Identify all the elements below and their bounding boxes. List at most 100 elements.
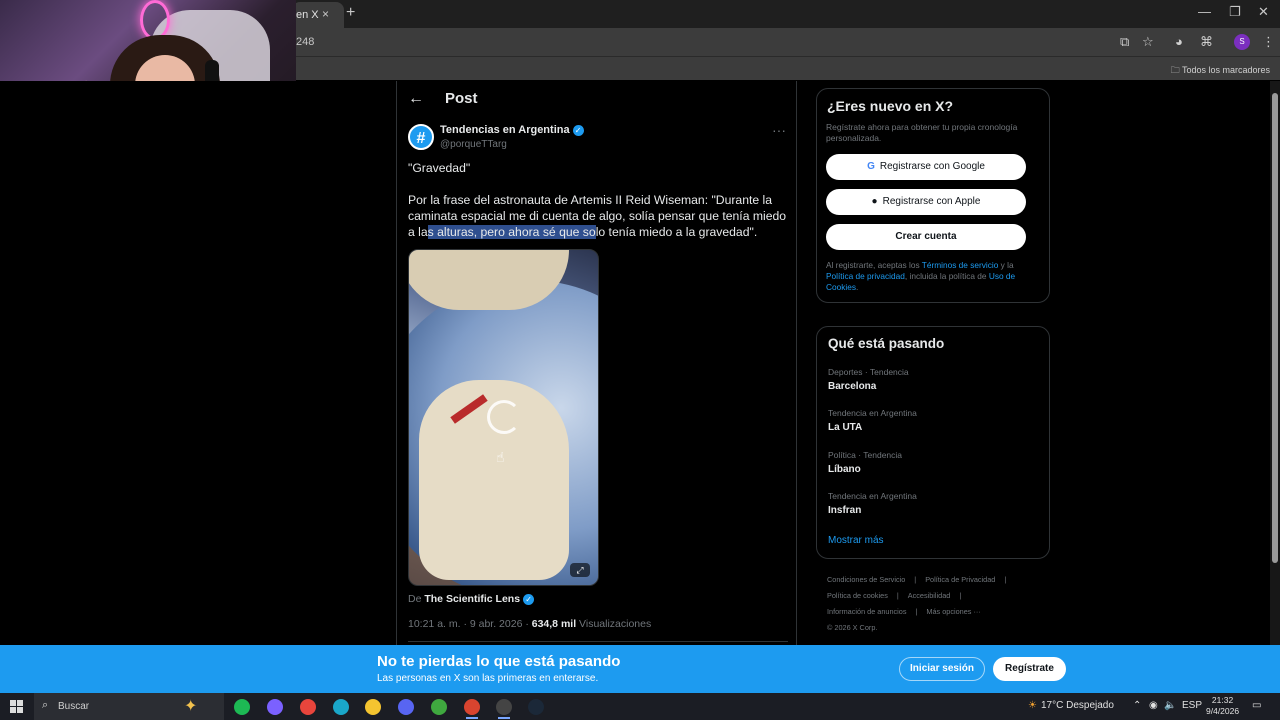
credit-verified-badge-icon: ✓ [523,593,535,605]
trend-item[interactable]: Deportes · Tendencia Barcelona [828,367,909,392]
author-avatar[interactable]: # [408,124,434,150]
column-divider-left [396,81,397,645]
webcam-neon-light [140,0,170,40]
browser-menu-icon[interactable]: ⋮ [1262,34,1275,50]
selected-text: s alturas, pero ahora sé que so [427,225,596,239]
language-indicator[interactable]: ESP [1182,700,1202,711]
notifications-icon[interactable]: ▭ [1252,700,1261,711]
terms-link[interactable]: Términos de servicio [922,260,999,270]
trends-card: Qué está pasando Deportes · Tendencia Ba… [816,326,1050,559]
create-account-button[interactable]: Crear cuenta [826,224,1026,250]
author-name-link[interactable]: Tendencias en Argentina ✓ [440,124,584,136]
google-icon: G [867,161,875,172]
back-arrow-icon[interactable]: ← [408,90,424,108]
credit-prefix: De [408,593,422,605]
footer-link[interactable]: Condiciones de Servicio [827,575,905,584]
login-button[interactable]: Iniciar sesión [899,657,985,681]
weather-temp: 17°C [1040,700,1064,711]
app-cyan-icon[interactable] [333,699,349,715]
footer-link[interactable]: Accesibilidad [908,591,951,600]
trends-title: Qué está pasando [828,336,945,351]
new-tab-icon[interactable]: + [346,4,355,22]
clock-date: 9/4/2026 [1206,706,1240,716]
trend-name: Barcelona [828,381,877,392]
scrollbar-thumb[interactable] [1272,93,1278,563]
chrome-2-icon[interactable] [464,699,480,715]
taskbar-clock[interactable]: 21:32 9/4/2026 [1206,695,1239,717]
signup-apple-label: Registrarse con Apple [882,196,981,207]
signup-card: ¿Eres nuevo en X? Regístrate ahora para … [816,88,1050,303]
footer-link[interactable]: Información de anuncios [827,607,907,616]
active-app-indicator [498,717,510,719]
signup-legal-text: Al registrarte, aceptas los Términos de … [826,260,1041,293]
signup-apple-button[interactable]: ● Registrarse con Apple [826,189,1026,215]
minimize-icon[interactable]: — [1198,4,1211,19]
bookmark-star-icon[interactable]: ☆ [1142,34,1154,50]
expand-video-icon[interactable]: ⤢ [570,563,590,577]
copilot-icon[interactable] [267,699,283,715]
steam-icon[interactable] [528,699,544,715]
all-bookmarks-label: Todos los marcadores [1181,65,1270,75]
footer-separator: | [959,591,962,600]
legal-text-2: y la [1000,260,1014,270]
close-window-icon[interactable]: ✕ [1258,4,1269,20]
author-handle[interactable]: @porqueTTarg [440,139,507,150]
footer-separator: | [896,591,899,600]
trend-name: La UTA [828,422,863,433]
views-count: 634,8 mil [531,618,577,630]
all-bookmarks-button[interactable]: 🗀 Todos los marcadores [1171,63,1270,79]
install-app-icon[interactable]: ⧉ [1120,34,1129,50]
weather-widget[interactable]: ☀ 17°C Despejado [1028,700,1114,711]
trend-item[interactable]: Política · Tendencia Líbano [828,450,902,475]
footer-link[interactable]: Política de Privacidad [925,575,995,584]
signup-button[interactable]: Regístrate [993,657,1066,681]
privacy-link[interactable]: Política de privacidad [826,271,905,281]
trend-context: Política · Tendencia [828,450,903,460]
xbox-icon[interactable] [431,699,447,715]
post-video[interactable]: ⤢ [408,249,599,586]
signup-google-label: Registrarse con Google [879,161,985,172]
signup-google-button[interactable]: G Registrarse con Google [826,154,1026,180]
address-bar[interactable]: 248 [296,36,314,48]
trend-item[interactable]: Tendencia en Argentina Insfran [828,491,917,516]
post-timestamp[interactable]: 10:21 a. m. · 9 abr. 2026 · [408,618,529,630]
post-divider [408,641,788,642]
trend-context: Deportes · Tendencia [828,367,909,377]
apple-icon: ● [871,196,878,207]
screen: en X × + — ❐ ✕ 248 ⧉ ☆ ◕ ⌘ S ⋮ 🗀 Todos l… [0,0,1280,720]
obs-icon[interactable] [496,699,512,715]
legal-text-1: Al registrarte, aceptas los [826,260,920,270]
file-explorer-icon[interactable] [365,699,381,715]
browser-tab[interactable]: en X [292,2,344,28]
taskbar-search[interactable]: ⌕ Buscar ✦ [34,693,224,720]
spotify-icon[interactable] [234,699,250,715]
footer-link[interactable]: Más opciones ··· [926,607,980,616]
verified-badge-icon: ✓ [572,124,584,136]
trend-context: Tendencia en Argentina [828,408,917,418]
extensions-puzzle-icon[interactable]: ⌘ [1200,34,1213,50]
footer-link[interactable]: Política de cookies [827,591,888,600]
discord-icon[interactable] [398,699,414,715]
profile-avatar[interactable]: S [1234,34,1250,50]
tray-app-icon[interactable]: ◉ [1149,700,1158,711]
tray-chevron-icon[interactable]: ⌃ [1133,700,1141,711]
copyright: © 2026 X Corp. [827,623,878,632]
post-text-paragraph: Por la frase del astronauta de Artemis I… [408,192,788,240]
search-icon: ⌕ [42,699,49,711]
more-options-icon[interactable]: ··· [772,122,786,138]
credit-author-link[interactable]: The Scientific Lens [424,593,520,605]
windows-start-icon[interactable] [10,700,23,713]
extension-color-icon[interactable]: ◕ [1175,34,1183,49]
chrome-icon[interactable] [300,699,316,715]
trend-item[interactable]: Tendencia en Argentina La UTA [828,408,917,433]
signup-title: ¿Eres nuevo en X? [827,98,954,114]
restore-icon[interactable]: ❐ [1229,4,1241,20]
tab-close-icon[interactable]: × [322,7,329,21]
legal-text-3: , incluida la política de [904,271,987,281]
column-divider-right [796,81,797,645]
windows-taskbar: ⌕ Buscar ✦ ☀ 17°C Despejado ⌃ ◉ 🔈 ESP 21:… [0,693,1280,720]
volume-icon[interactable]: 🔈 [1164,700,1176,711]
footer-separator: | [914,575,917,584]
page-title: Post [445,90,478,107]
show-more-link[interactable]: Mostrar más [828,535,884,546]
